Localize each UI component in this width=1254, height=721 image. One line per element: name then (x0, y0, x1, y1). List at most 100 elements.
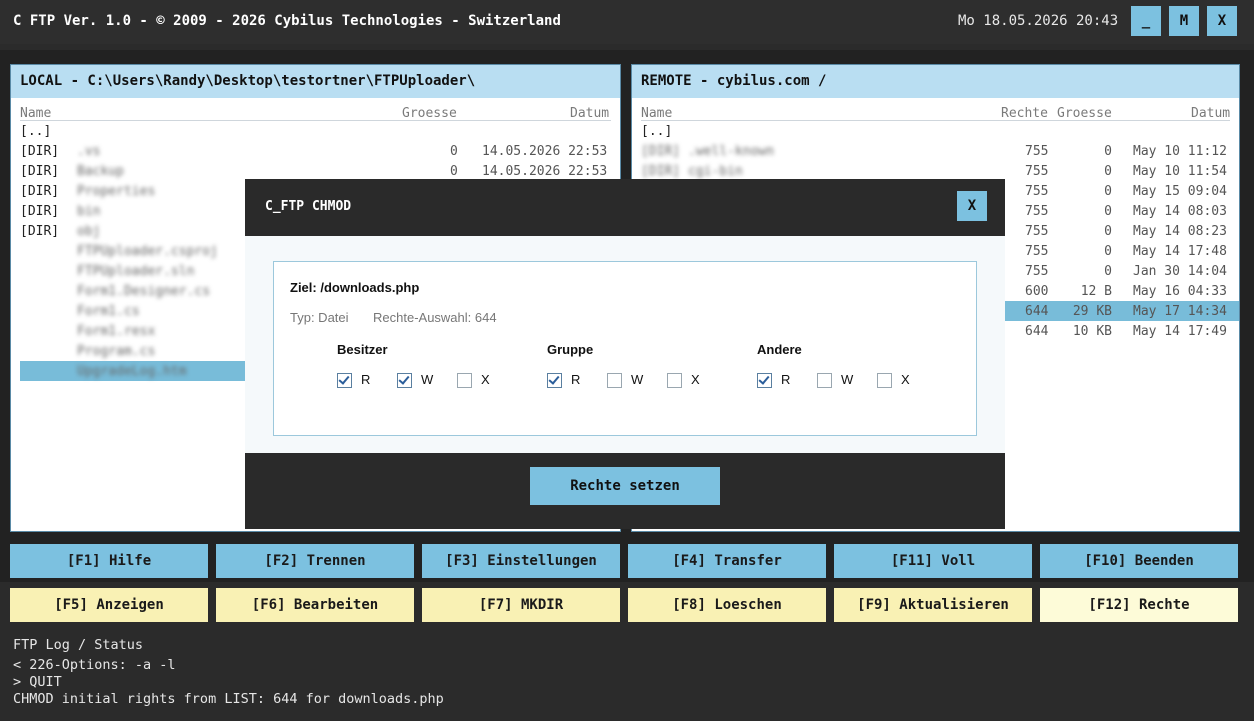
target-path: Ziel: /downloads.php (290, 280, 420, 295)
fkey-button[interactable]: [F5] Anzeigen (10, 588, 208, 622)
permission-label: R (781, 372, 791, 387)
log-line: > QUIT (13, 674, 62, 690)
local-column-header: Name Groesse Datum (20, 98, 611, 121)
permission-label: X (901, 372, 910, 387)
row-size: 10 KB (1072, 324, 1112, 339)
row-date: May 10 11:12 (1133, 144, 1227, 159)
row-name: [DIR] cgi-bin (641, 164, 743, 179)
row-date: May 14 08:23 (1133, 224, 1227, 239)
remote-col-size[interactable]: Groesse (1057, 106, 1112, 121)
fkey-button[interactable]: [F6] Bearbeiten (216, 588, 414, 622)
row-name: FTPUploader.sln (77, 264, 195, 279)
row-name: [DIR] .well-known (641, 144, 775, 159)
row-type: [DIR] (20, 184, 60, 199)
local-col-name[interactable]: Name (20, 106, 51, 121)
row-name: [..] (641, 124, 673, 139)
row-type: [..] (20, 124, 52, 139)
row-name: obj (77, 224, 101, 239)
log-line: < 226-Options: -a -l (13, 657, 176, 673)
remote-path-header: REMOTE - cybilus.com / (632, 65, 1239, 98)
row-size: 0 (1104, 224, 1112, 239)
row-type: [DIR] (20, 144, 60, 159)
fkey-button[interactable]: [F8] Loeschen (628, 588, 826, 622)
set-rights-button[interactable]: Rechte setzen (530, 467, 720, 505)
ftp-log: FTP Log / Status < 226-Options: -a -l > … (0, 632, 1254, 721)
row-name: UpgradeLog.htm (77, 364, 187, 379)
permission-checkbox[interactable] (607, 373, 622, 388)
row-name: bin (77, 204, 101, 219)
row-size: 0 (1104, 264, 1112, 279)
row-date: May 15 09:04 (1133, 184, 1227, 199)
row-size: 29 KB (1072, 304, 1112, 319)
row-date: May 14 17:49 (1133, 324, 1227, 339)
permission-checkbox[interactable] (667, 373, 682, 388)
fkey-button[interactable]: [F3] Einstellungen (422, 544, 620, 578)
table-row[interactable]: [..] (20, 121, 611, 141)
row-name: Form1.resx (77, 324, 156, 339)
permissions-box: Ziel: /downloads.php Typ: Datei Rechte-A… (273, 261, 977, 436)
permission-checkbox[interactable] (757, 373, 772, 388)
permission-checkbox[interactable] (337, 373, 352, 388)
local-col-size[interactable]: Groesse (402, 106, 457, 121)
permission-checkbox[interactable] (877, 373, 892, 388)
chmod-dialog: C_FTP CHMOD X Ziel: /downloads.php Typ: … (245, 179, 1005, 529)
remote-column-header: Name Rechte Groesse Datum (641, 98, 1230, 121)
row-rights: 755 (1025, 224, 1049, 239)
remote-col-date[interactable]: Datum (1191, 106, 1230, 121)
remote-col-rights[interactable]: Rechte (1001, 106, 1048, 121)
table-row[interactable]: [DIR] .well-known 755 0 May 10 11:12 (641, 141, 1230, 161)
permission-label: W (421, 372, 434, 387)
dialog-close-button[interactable]: X (957, 191, 987, 221)
fkey-button[interactable]: [F10] Beenden (1040, 544, 1238, 578)
row-rights: 755 (1025, 264, 1049, 279)
row-date: Jan 30 14:04 (1133, 264, 1227, 279)
permission-label: X (691, 372, 700, 387)
title-bar: C FTP Ver. 1.0 - © 2009 - 2026 Cybilus T… (0, 0, 1254, 44)
permission-label: X (481, 372, 490, 387)
log-title: FTP Log / Status (13, 637, 144, 653)
permission-group-label: Andere (757, 342, 802, 357)
table-row[interactable]: [DIR] .vs 0 14.05.2026 22:53 (20, 141, 611, 161)
permission-checkbox[interactable] (397, 373, 412, 388)
row-size: 0 (1104, 244, 1112, 259)
rights-selection: Rechte-Auswahl: 644 (373, 310, 497, 325)
fkey-button[interactable]: [F12] Rechte (1040, 588, 1238, 622)
permission-checkbox[interactable] (547, 373, 562, 388)
fkey-button[interactable]: [F1] Hilfe (10, 544, 208, 578)
close-button[interactable]: X (1207, 6, 1237, 36)
row-name: Form1.Designer.cs (77, 284, 211, 299)
table-row[interactable]: [DIR] cgi-bin 755 0 May 10 11:54 (641, 161, 1230, 181)
remote-col-name[interactable]: Name (641, 106, 672, 121)
row-type: [DIR] (20, 224, 60, 239)
permission-label: R (361, 372, 371, 387)
fkey-button[interactable]: [F9] Aktualisieren (834, 588, 1032, 622)
permission-checkbox[interactable] (817, 373, 832, 388)
row-size: 0 (1104, 184, 1112, 199)
fkey-button[interactable]: [F2] Trennen (216, 544, 414, 578)
row-size: 0 (1104, 144, 1112, 159)
fkey-button[interactable]: [F7] MKDIR (422, 588, 620, 622)
table-row[interactable]: [..] (641, 121, 1230, 141)
permission-group-label: Gruppe (547, 342, 594, 357)
row-rights: 755 (1025, 144, 1049, 159)
row-size: 0 (1104, 164, 1112, 179)
row-name: FTPUploader.csproj (77, 244, 218, 259)
fkey-button[interactable]: [F4] Transfer (628, 544, 826, 578)
row-name: .vs (77, 144, 101, 159)
row-name: Properties (77, 184, 156, 199)
row-date: 14.05.2026 22:53 (482, 164, 608, 179)
maximize-button[interactable]: M (1169, 6, 1199, 36)
fkey-button[interactable]: [F11] Voll (834, 544, 1032, 578)
row-rights: 755 (1025, 244, 1049, 259)
minimize-button[interactable]: _ (1131, 6, 1161, 36)
row-size: 0 (1104, 204, 1112, 219)
local-col-date[interactable]: Datum (570, 106, 609, 121)
table-row[interactable]: [DIR] Backup 0 14.05.2026 22:53 (20, 161, 611, 181)
row-size: 12 B (1080, 284, 1112, 299)
row-size: 0 (450, 144, 458, 159)
row-type: [DIR] (20, 204, 60, 219)
permission-checkbox[interactable] (457, 373, 472, 388)
row-rights: 644 (1025, 324, 1049, 339)
row-name: Backup (77, 164, 124, 179)
permission-label: W (841, 372, 854, 387)
